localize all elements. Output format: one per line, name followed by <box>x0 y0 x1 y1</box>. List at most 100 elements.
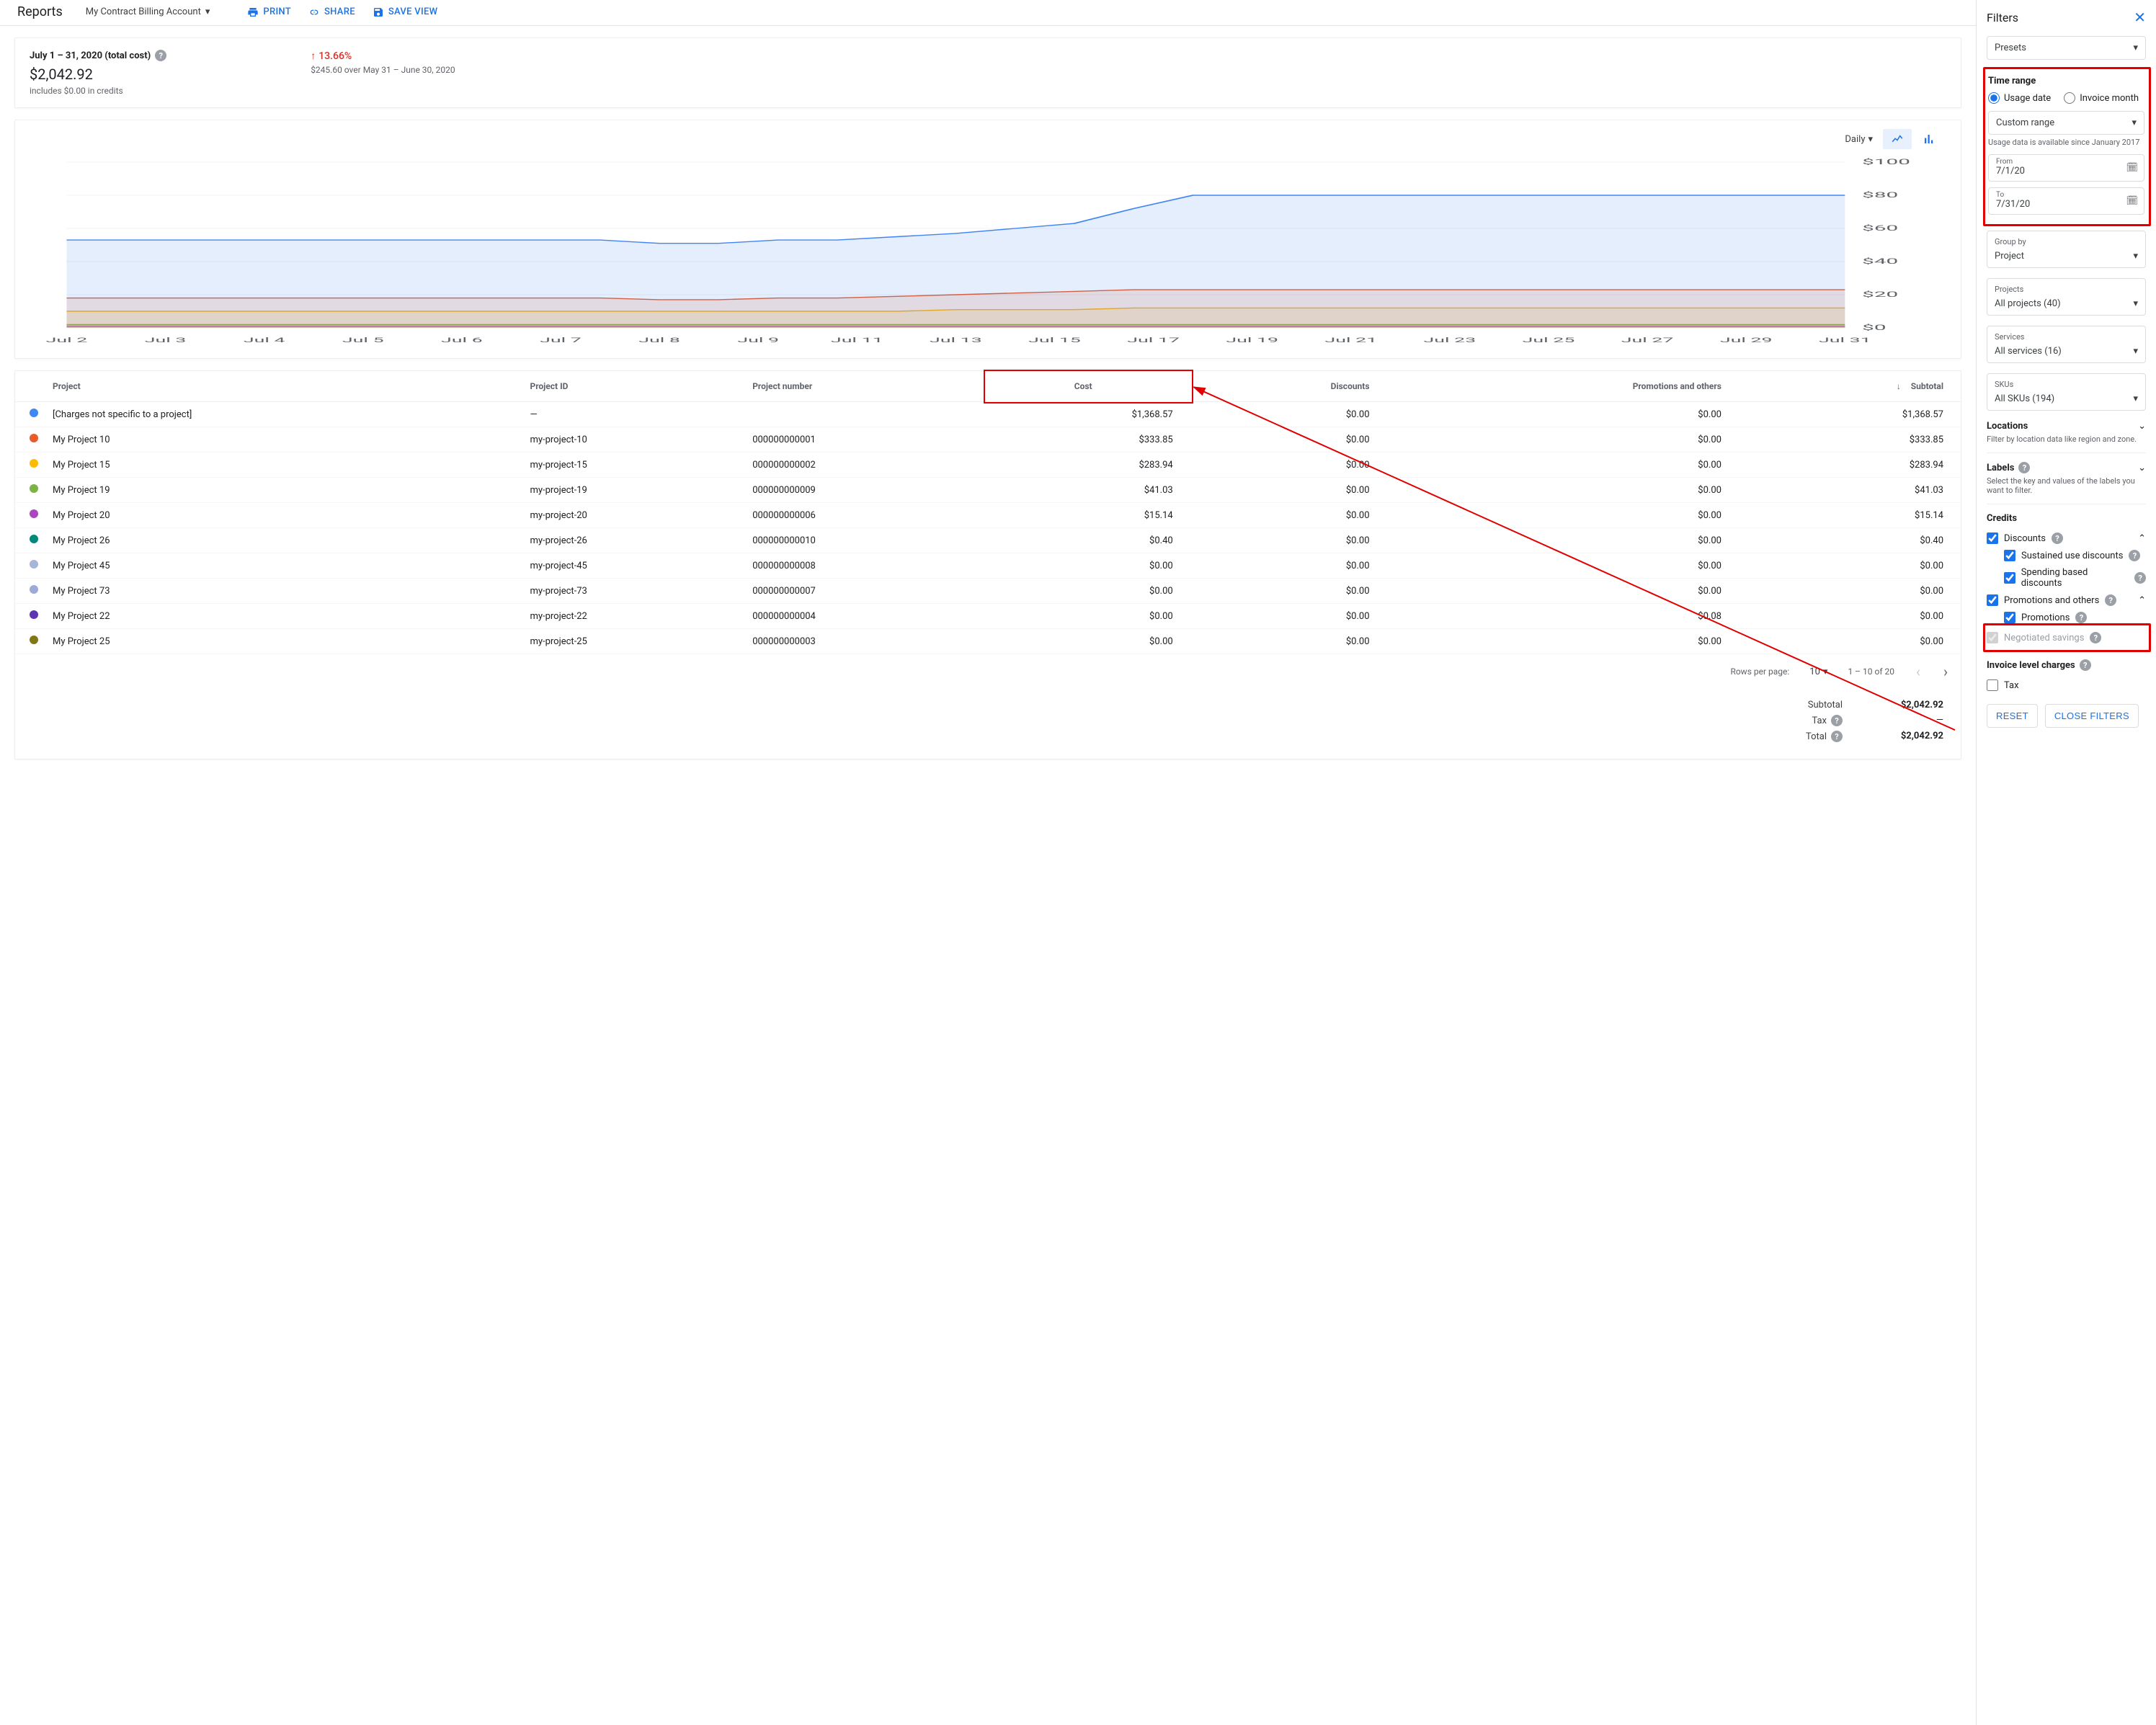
svg-text:Jul 23: Jul 23 <box>1424 336 1476 344</box>
print-button[interactable]: PRINT <box>247 6 291 18</box>
tax-value: — <box>1871 715 1943 726</box>
series-color-dot <box>30 459 38 468</box>
help-icon[interactable]: ? <box>2134 572 2146 584</box>
tax-checkbox[interactable] <box>1987 679 1998 691</box>
discounts-checkbox[interactable] <box>1987 532 1998 544</box>
table-row[interactable]: [Charges not specific to a project] — $1… <box>15 402 1961 427</box>
help-icon[interactable]: ? <box>2129 550 2140 561</box>
series-color-dot <box>30 509 38 518</box>
from-date-field[interactable]: From 7/1/20 🗓 <box>1988 154 2144 182</box>
table-row[interactable]: My Project 19 my-project-19 000000000009… <box>15 478 1961 503</box>
table-row[interactable]: My Project 10 my-project-10 000000000001… <box>15 427 1961 453</box>
locations-expander[interactable]: Locations ⌄ <box>1987 421 2146 432</box>
help-icon[interactable]: ? <box>2018 462 2030 473</box>
table-card: Project Project ID Project number Cost D… <box>14 370 1961 759</box>
help-icon[interactable]: ? <box>1831 715 1843 726</box>
svg-text:Jul 25: Jul 25 <box>1523 336 1575 344</box>
aggregation-selector[interactable]: Daily ▾ <box>1838 131 1880 148</box>
rows-per-page-select[interactable]: 10▾ <box>1809 667 1827 677</box>
svg-text:Jul 2: Jul 2 <box>46 336 88 344</box>
account-name: My Contract Billing Account <box>86 6 201 17</box>
col-subtotal[interactable]: ↓ Subtotal <box>1739 371 1961 402</box>
total-value: $2,042.92 <box>1871 731 1943 742</box>
presets-select[interactable]: Presets ▾ <box>1987 36 2146 60</box>
series-color-dot <box>30 434 38 442</box>
next-page-button[interactable]: › <box>1942 663 1949 680</box>
col-cost[interactable]: Cost <box>986 371 1190 402</box>
svg-text:$20: $20 <box>1862 290 1898 299</box>
table-row[interactable]: My Project 73 my-project-73 000000000007… <box>15 579 1961 604</box>
projects-select[interactable]: Projects All projects (40)▾ <box>1987 278 2146 316</box>
col-project-num[interactable]: Project number <box>745 371 986 402</box>
svg-text:Jul 3: Jul 3 <box>145 336 187 344</box>
to-date-field[interactable]: To 7/31/20 🗓 <box>1988 187 2144 215</box>
line-chart-icon <box>1891 133 1904 146</box>
help-icon[interactable]: ? <box>2075 612 2087 623</box>
help-icon[interactable]: ? <box>2080 659 2091 671</box>
bar-chart-toggle[interactable] <box>1915 129 1943 149</box>
svg-text:$40: $40 <box>1862 257 1898 266</box>
table-row[interactable]: My Project 20 my-project-20 000000000006… <box>15 503 1961 528</box>
usage-data-hint: Usage data is available since January 20… <box>1988 138 2144 147</box>
labels-expander[interactable]: Labels? ⌄ <box>1987 462 2146 473</box>
table-row[interactable]: My Project 22 my-project-22 000000000004… <box>15 604 1961 629</box>
top-toolbar: Reports My Contract Billing Account ▾ PR… <box>0 0 1976 26</box>
table-row[interactable]: My Project 25 my-project-25 000000000003… <box>15 629 1961 654</box>
svg-text:$0: $0 <box>1862 324 1886 332</box>
table-row[interactable]: My Project 15 my-project-15 000000000002… <box>15 453 1961 478</box>
svg-text:$100: $100 <box>1862 158 1910 166</box>
invoice-month-radio[interactable]: Invoice month <box>2064 92 2139 104</box>
col-promotions[interactable]: Promotions and others <box>1387 371 1739 402</box>
promotions-others-checkbox[interactable] <box>1987 594 1998 606</box>
help-icon[interactable]: ? <box>1831 731 1843 742</box>
chevron-up-icon[interactable]: ⌃ <box>2138 595 2146 606</box>
series-color-dot <box>30 484 38 493</box>
total-label: Total <box>1806 731 1827 742</box>
group-by-select[interactable]: Group by Project▾ <box>1987 231 2146 268</box>
svg-text:Jul 13: Jul 13 <box>930 336 982 344</box>
svg-text:Jul 31: Jul 31 <box>1819 336 1871 344</box>
line-chart-toggle[interactable] <box>1883 129 1912 149</box>
projects-table: Project Project ID Project number Cost D… <box>15 371 1961 654</box>
account-selector[interactable]: My Contract Billing Account ▾ <box>86 6 210 17</box>
spending-based-checkbox[interactable] <box>2004 572 2015 584</box>
col-project-id[interactable]: Project ID <box>522 371 745 402</box>
series-color-dot <box>30 409 38 417</box>
table-row[interactable]: My Project 26 my-project-26 000000000010… <box>15 528 1961 553</box>
help-icon[interactable]: ? <box>2090 632 2101 643</box>
table-row[interactable]: My Project 45 my-project-45 000000000008… <box>15 553 1961 579</box>
svg-text:Jul 15: Jul 15 <box>1028 336 1081 344</box>
invoice-level-charges-title: Invoice level charges <box>1987 660 2075 671</box>
promotions-checkbox[interactable] <box>2004 612 2015 623</box>
total-amount: $2,042.92 <box>30 66 166 83</box>
usage-date-radio[interactable]: Usage date <box>1988 92 2051 104</box>
page-title: Reports <box>17 4 63 19</box>
pct-change: 13.66% <box>318 50 352 62</box>
close-filters-icon[interactable]: ✕ <box>2134 9 2146 26</box>
caret-down-icon: ▾ <box>2132 117 2137 128</box>
svg-text:$60: $60 <box>1862 224 1898 233</box>
share-button[interactable]: SHARE <box>308 6 355 18</box>
svg-text:Jul 5: Jul 5 <box>342 336 384 344</box>
prev-page-button[interactable]: ‹ <box>1915 663 1922 680</box>
save-view-button[interactable]: SAVE VIEW <box>373 6 438 18</box>
table-pager: Rows per page: 10▾ 1 – 10 of 20 ‹ › <box>15 654 1961 692</box>
skus-select[interactable]: SKUs All SKUs (194)▾ <box>1987 373 2146 411</box>
reset-button[interactable]: RESET <box>1987 704 2038 728</box>
services-select[interactable]: Services All services (16)▾ <box>1987 326 2146 363</box>
chevron-up-icon[interactable]: ⌃ <box>2138 533 2146 544</box>
range-preset-select[interactable]: Custom range ▾ <box>1988 111 2144 135</box>
subtotal-value: $2,042.92 <box>1871 700 1943 710</box>
svg-text:Jul 11: Jul 11 <box>831 336 883 344</box>
svg-text:Jul 6: Jul 6 <box>441 336 483 344</box>
time-range-title: Time range <box>1988 76 2144 86</box>
summary-card: July 1 – 31, 2020 (total cost) ? $2,042.… <box>14 37 1961 108</box>
sustained-use-checkbox[interactable] <box>2004 550 2015 561</box>
help-icon[interactable]: ? <box>2105 594 2116 606</box>
col-discounts[interactable]: Discounts <box>1190 371 1387 402</box>
col-project[interactable]: Project <box>45 371 522 402</box>
close-filters-button[interactable]: CLOSE FILTERS <box>2045 704 2139 728</box>
delta-line: $245.60 over May 31 – June 30, 2020 <box>311 65 455 75</box>
help-icon[interactable]: ? <box>155 50 166 61</box>
help-icon[interactable]: ? <box>2052 532 2063 544</box>
